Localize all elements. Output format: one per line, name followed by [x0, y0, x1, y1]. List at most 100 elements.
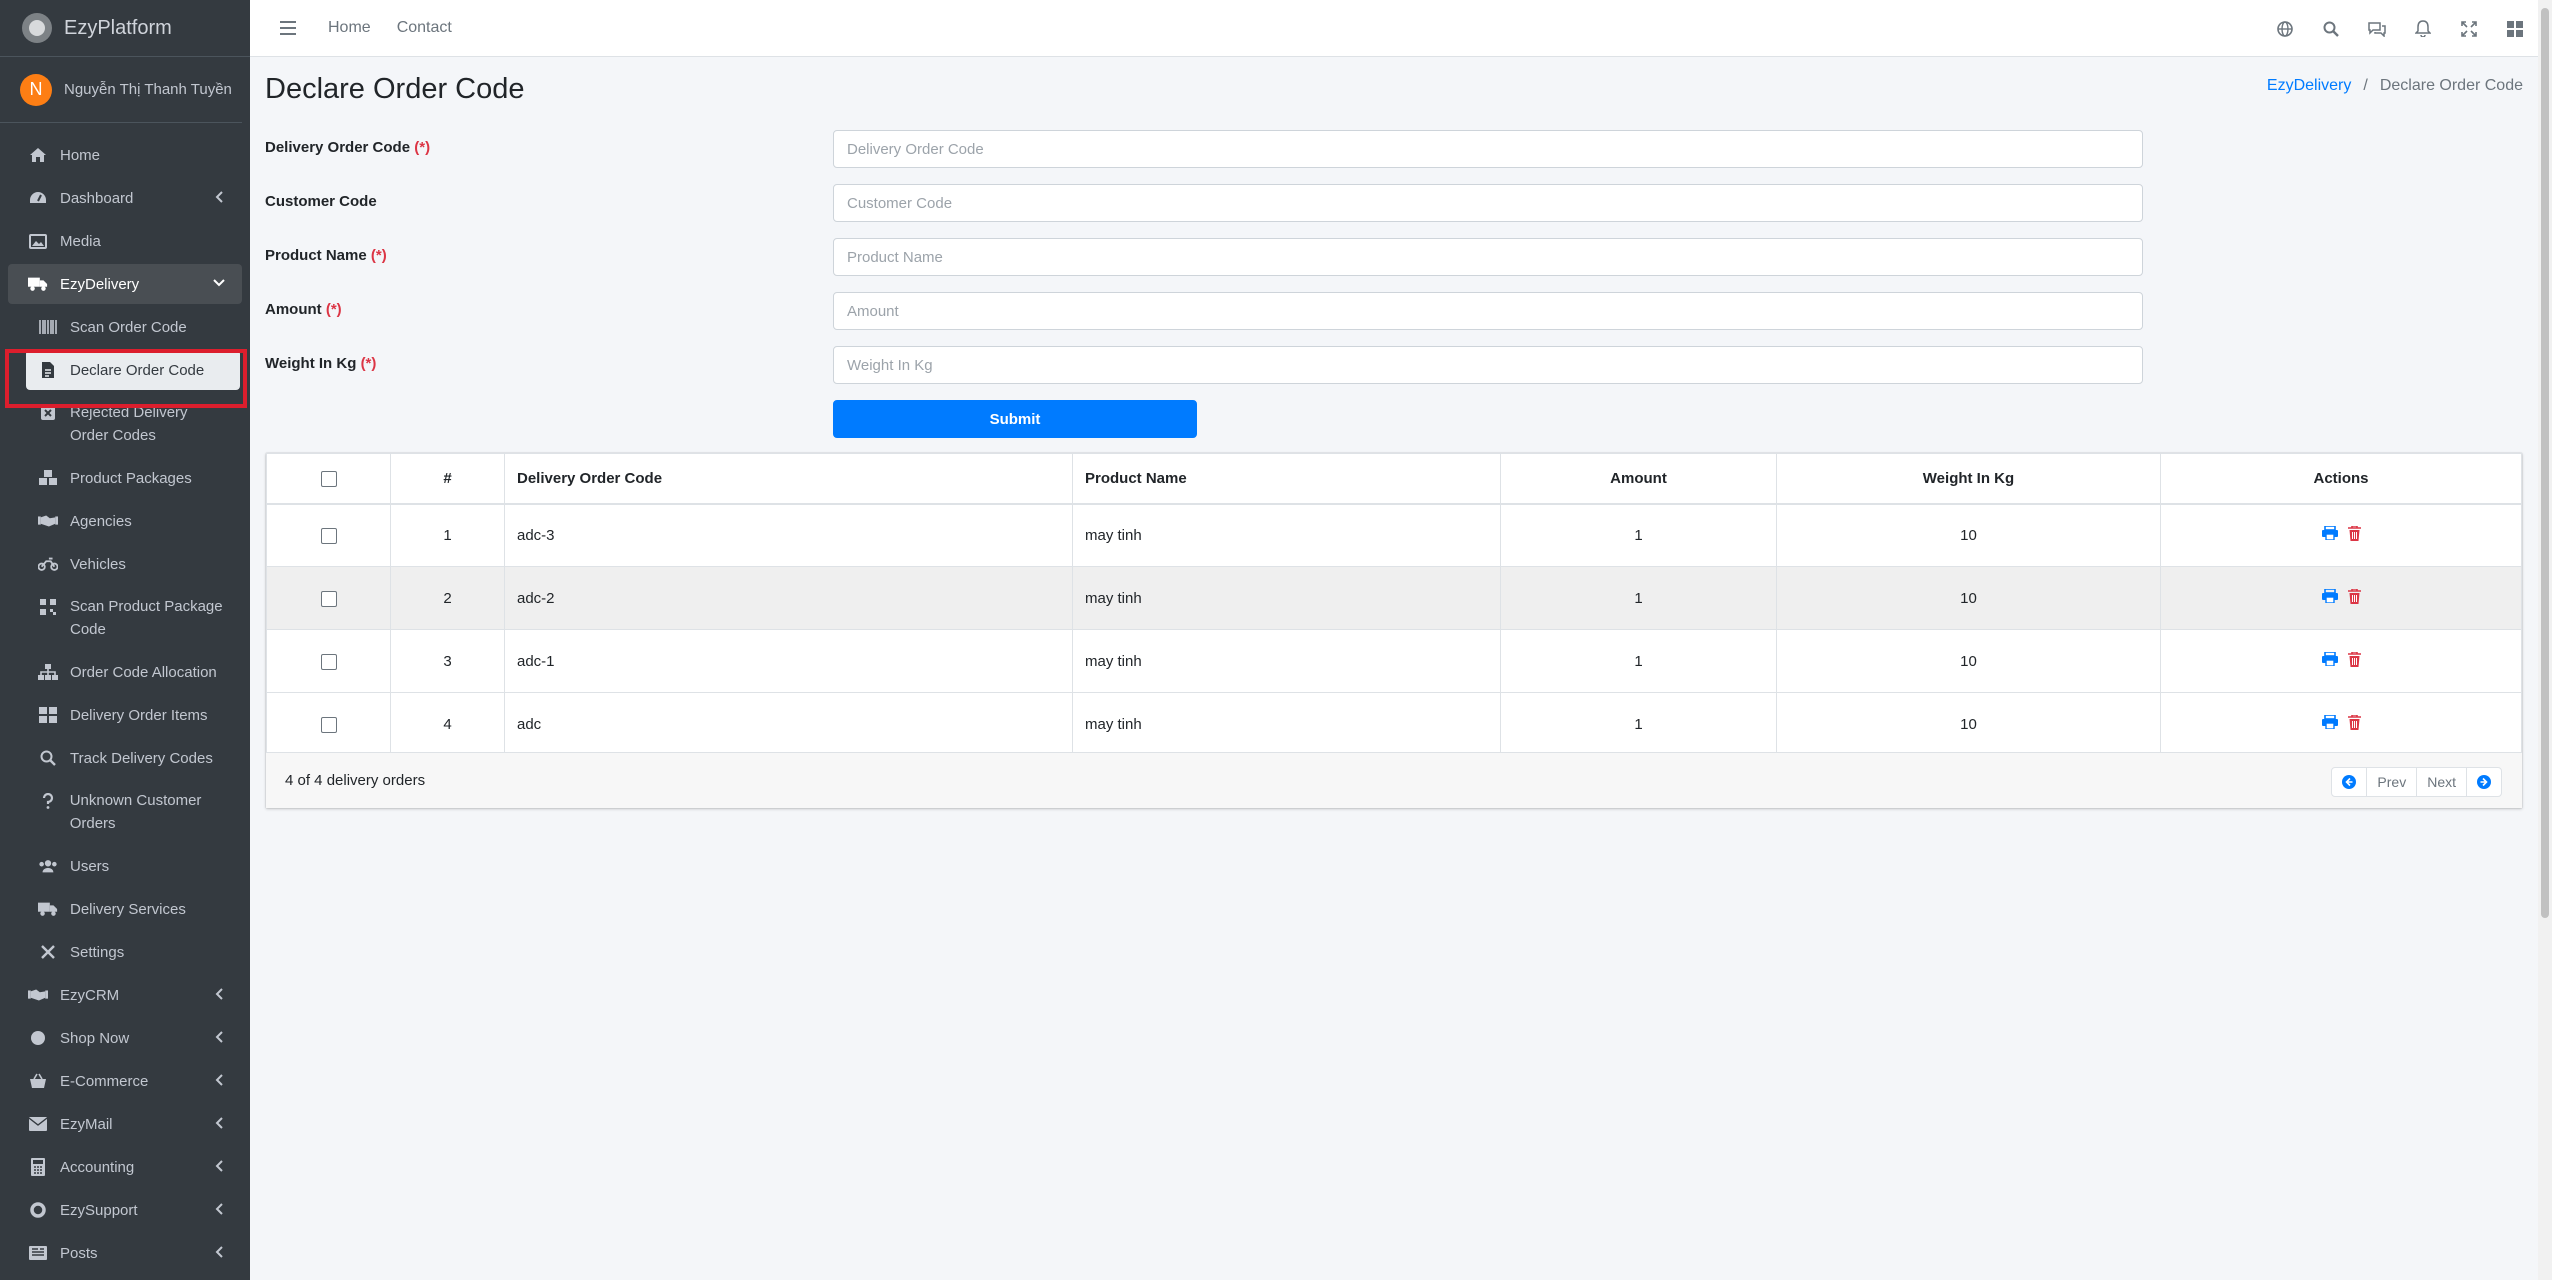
bell-icon[interactable] — [2400, 0, 2446, 57]
sidebar-item-settings[interactable]: Settings — [8, 932, 242, 972]
trash-icon[interactable] — [2347, 713, 2361, 734]
sidebar-item-agencies[interactable]: Agencies — [8, 501, 242, 541]
sidebar-item-ezysupport[interactable]: EzySupport — [8, 1190, 242, 1230]
comments-icon[interactable] — [2354, 0, 2400, 57]
sidebar-item-posts[interactable]: Posts — [8, 1233, 242, 1273]
next-arrow-icon[interactable] — [2467, 768, 2501, 796]
globe-icon[interactable] — [2262, 0, 2308, 57]
row-select-cell — [266, 503, 391, 567]
sidebar-item-home[interactable]: Home — [8, 135, 242, 175]
row-actions — [2160, 566, 2522, 630]
col-header-number: # — [390, 453, 505, 505]
sidebar-item-dashboard[interactable]: Dashboard — [8, 178, 242, 218]
row-weight: 10 — [1776, 692, 2161, 756]
sidebar-item-product-packages[interactable]: Product Packages — [8, 458, 242, 498]
product-name-input[interactable] — [833, 238, 2143, 276]
sidebar-item-vehicles[interactable]: Vehicles — [8, 544, 242, 584]
next-button[interactable]: Next — [2417, 768, 2467, 796]
users-icon — [38, 857, 58, 875]
circle-icon — [28, 1029, 48, 1047]
sidebar-nav: Home Dashboard Media EzyDelivery Scan Or… — [0, 123, 250, 1273]
sidebar-item-track-delivery-codes[interactable]: Track Delivery Codes — [8, 738, 242, 778]
row-actions — [2160, 503, 2522, 567]
sidebar-item-media[interactable]: Media — [8, 221, 242, 261]
breadcrumb-link-ezydelivery[interactable]: EzyDelivery — [2267, 77, 2351, 95]
field-label: Customer Code — [265, 193, 377, 210]
trash-icon[interactable] — [2347, 587, 2361, 608]
brand-logo-icon — [22, 13, 52, 43]
sidebar-item-accounting[interactable]: Accounting — [8, 1147, 242, 1187]
sidebar-item-scan-product-package-code[interactable]: Scan Product Package Code — [8, 587, 242, 649]
row-product-name: may tinh — [1072, 566, 1501, 630]
print-icon[interactable] — [2321, 525, 2338, 544]
select-all-checkbox[interactable] — [320, 470, 337, 487]
calculator-icon — [28, 1158, 48, 1176]
row-checkbox[interactable] — [320, 527, 337, 544]
qrcode-icon — [38, 598, 58, 616]
row-number: 4 — [390, 692, 505, 756]
col-header-weight: Weight In Kg — [1776, 453, 2161, 505]
expand-icon[interactable] — [2446, 0, 2492, 57]
chevron-left-icon — [212, 1030, 226, 1044]
tools-icon — [38, 943, 58, 961]
trash-icon[interactable] — [2347, 650, 2361, 671]
sidebar-item-order-code-allocation[interactable]: Order Code Allocation — [8, 652, 242, 692]
row-select-cell — [266, 692, 391, 756]
sidebar-item-rejected-delivery-order-codes[interactable]: Rejected Delivery Order Codes — [8, 393, 242, 455]
search-icon[interactable] — [2308, 0, 2354, 57]
dashboard-icon — [28, 189, 48, 207]
newspaper-icon — [28, 1244, 48, 1262]
weight-in-kg-input[interactable] — [833, 346, 2143, 384]
breadcrumb: EzyDelivery / Declare Order Code — [2267, 77, 2523, 95]
row-checkbox[interactable] — [320, 716, 337, 733]
top-link-home[interactable]: Home — [328, 19, 371, 37]
trash-icon[interactable] — [2347, 524, 2361, 545]
submit-button[interactable]: Submit — [833, 400, 1197, 438]
shopping-basket-icon — [28, 1072, 48, 1090]
form-row-product-name: Product Name (*) — [265, 238, 2265, 276]
delivery-orders-table: # Delivery Order Code Product Name Amoun… — [266, 453, 2522, 756]
motorcycle-icon — [38, 555, 58, 573]
sidebar-item-ezydelivery[interactable]: EzyDelivery — [8, 264, 242, 304]
sidebar-item-ezymail[interactable]: EzyMail — [8, 1104, 242, 1144]
sidebar-item-unknown-customer-orders[interactable]: Unknown Customer Orders — [8, 781, 242, 843]
breadcrumb-current: Declare Order Code — [2379, 77, 2523, 94]
table-row: 4 adc may tinh 1 10 — [266, 692, 2522, 756]
row-checkbox[interactable] — [320, 590, 337, 607]
sidebar-item-ezycrm[interactable]: EzyCRM — [8, 975, 242, 1015]
th-large-icon — [38, 706, 58, 724]
row-weight: 10 — [1776, 629, 2161, 693]
print-icon[interactable] — [2321, 714, 2338, 733]
amount-input[interactable] — [833, 292, 2143, 330]
col-header-actions: Actions — [2160, 453, 2522, 505]
prev-arrow-icon[interactable] — [2332, 768, 2368, 796]
page-scrollbar[interactable] — [2538, 0, 2552, 1280]
chevron-left-icon — [212, 1159, 226, 1173]
top-link-contact[interactable]: Contact — [397, 19, 452, 37]
th-large-icon[interactable] — [2492, 0, 2538, 57]
sidebar-item-shop-now[interactable]: Shop Now — [8, 1018, 242, 1058]
file-invoice-icon — [38, 361, 58, 379]
field-label: Delivery Order Code (*) — [265, 139, 431, 156]
user-panel[interactable]: N Nguyễn Thị Thanh Tuyền — [0, 57, 242, 123]
brand-link[interactable]: EzyPlatform — [0, 0, 250, 57]
sidebar-item-e-commerce[interactable]: E-Commerce — [8, 1061, 242, 1101]
row-product-name: may tinh — [1072, 692, 1501, 756]
row-select-cell — [266, 629, 391, 693]
truck-icon — [28, 275, 48, 293]
sidebar-item-scan-order-code[interactable]: Scan Order Code — [8, 307, 242, 347]
print-icon[interactable] — [2321, 651, 2338, 670]
sidebar-item-delivery-services[interactable]: Delivery Services — [8, 889, 242, 929]
hamburger-menu-icon[interactable] — [266, 21, 310, 35]
sidebar-item-delivery-order-items[interactable]: Delivery Order Items — [8, 695, 242, 735]
sidebar-item-users[interactable]: Users — [8, 846, 242, 886]
sidebar-item-declare-order-code[interactable]: Declare Order Code — [26, 350, 240, 390]
customer-code-input[interactable] — [833, 184, 2143, 222]
scrollbar-thumb[interactable] — [2541, 8, 2549, 918]
delivery-order-code-input[interactable] — [833, 130, 2143, 168]
row-delivery-order-code: adc-2 — [504, 566, 1073, 630]
print-icon[interactable] — [2321, 588, 2338, 607]
prev-button[interactable]: Prev — [2367, 768, 2418, 796]
row-amount: 1 — [1500, 566, 1777, 630]
row-checkbox[interactable] — [320, 653, 337, 670]
